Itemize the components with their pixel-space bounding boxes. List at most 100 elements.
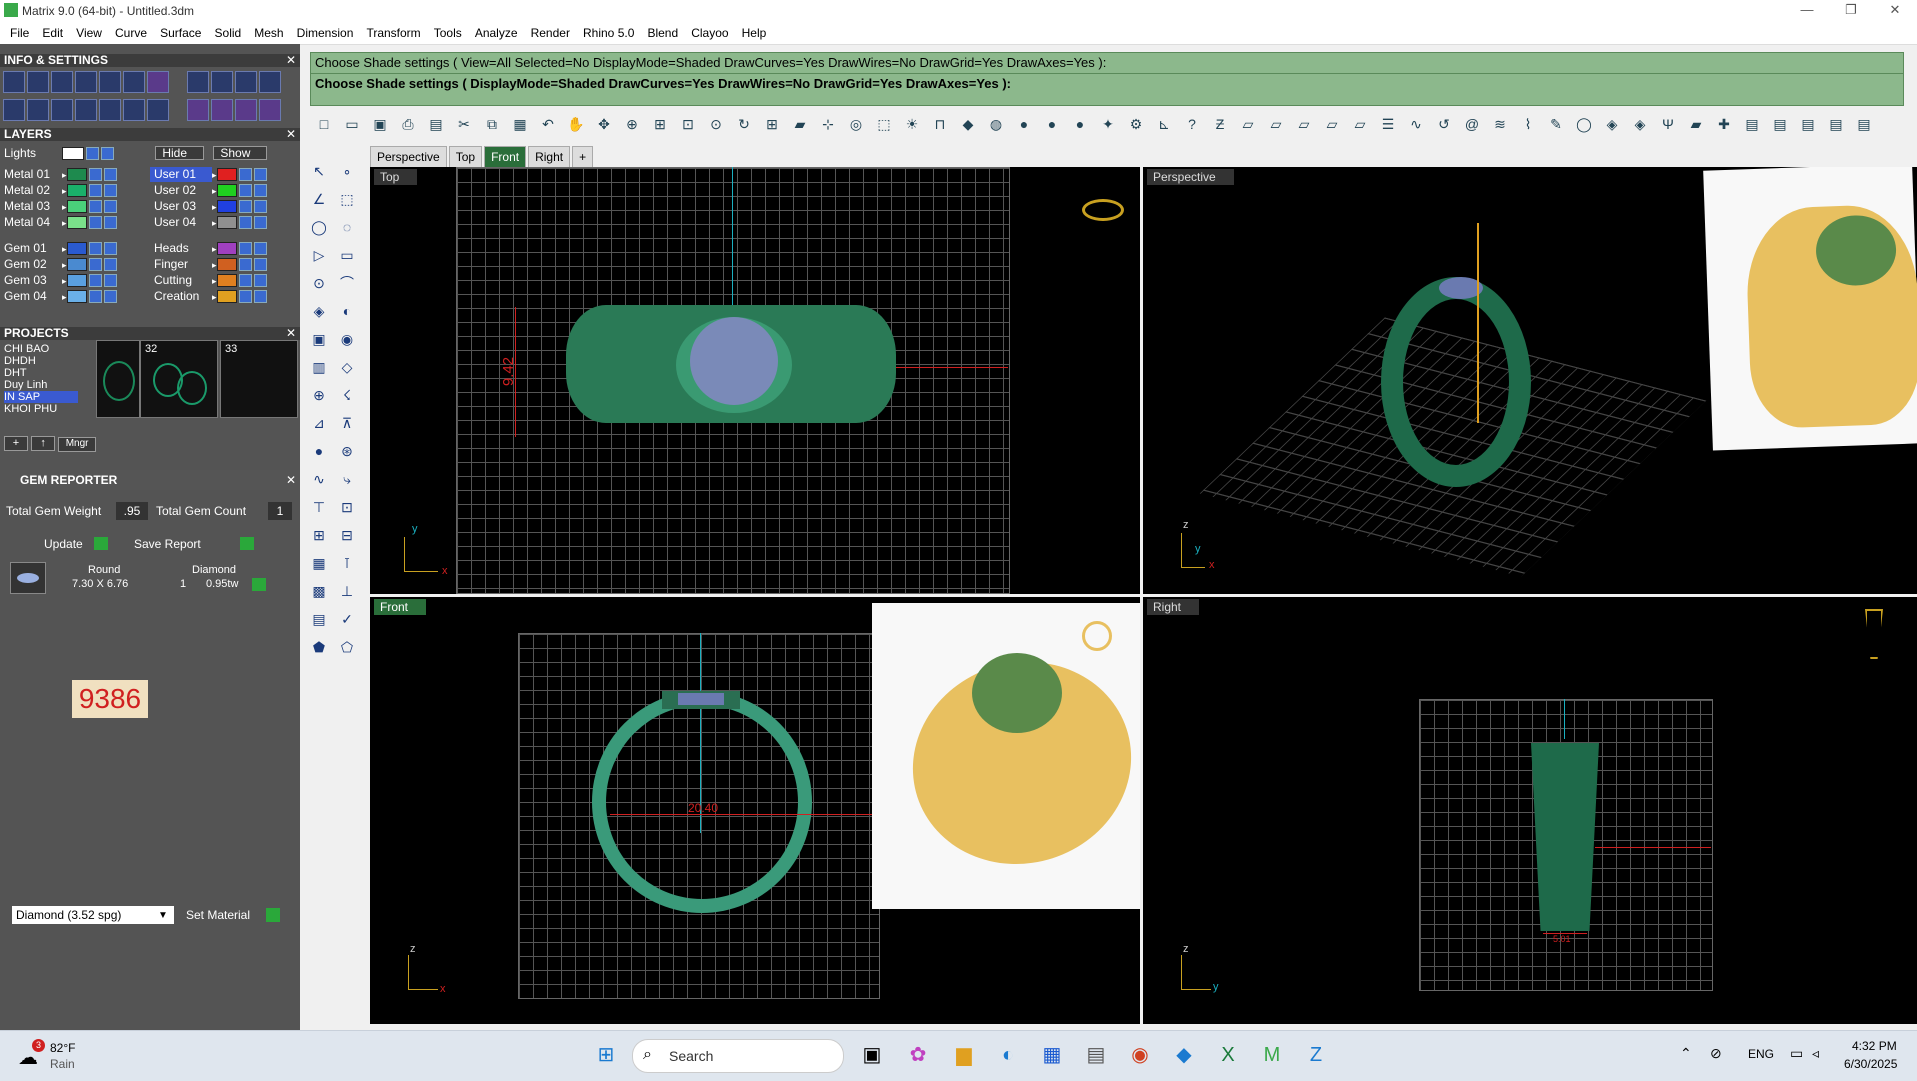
menu-surface[interactable]: Surface [160, 22, 201, 44]
app-icon[interactable]: ◆ [1168, 1039, 1200, 1071]
matrix-icon[interactable]: M [1256, 1039, 1288, 1071]
copy-icon[interactable]: ⧉ [481, 113, 503, 135]
display-icon[interactable]: ▭ [1790, 1045, 1803, 1062]
cross-icon[interactable]: ✚ [1713, 113, 1735, 135]
tab-front[interactable]: Front [484, 146, 527, 168]
visible-icon[interactable] [103, 242, 117, 256]
gear-icon[interactable]: ⚙ [1125, 113, 1147, 135]
tool-icon[interactable]: ▩ [308, 580, 330, 602]
layer-swatch[interactable] [62, 147, 84, 161]
help-icon[interactable]: ? [1181, 113, 1203, 135]
cube2-icon[interactable] [51, 99, 73, 121]
menu-mesh[interactable]: Mesh [254, 22, 283, 44]
tool-icon[interactable]: ⌒ [336, 272, 358, 294]
visible-icon[interactable] [253, 242, 267, 256]
menu-solid[interactable]: Solid [215, 22, 242, 44]
lock-icon[interactable] [88, 200, 102, 214]
menu-rhino[interactable]: Rhino 5.0 [583, 22, 634, 44]
tool-c-icon[interactable] [235, 71, 258, 93]
grid-icon[interactable] [3, 99, 25, 121]
layer-color-swatch[interactable] [66, 168, 87, 182]
tool-icon[interactable]: ∿ [308, 468, 330, 490]
edit-icon[interactable] [123, 71, 145, 93]
layer-row[interactable]: User 03 ▸ [150, 199, 267, 214]
visible-icon[interactable] [103, 168, 117, 182]
copilot-icon[interactable]: ✿ [902, 1039, 934, 1071]
project-item[interactable]: DHDH [4, 355, 36, 367]
minimize-button[interactable]: — [1785, 0, 1829, 22]
box-icon[interactable] [27, 99, 49, 121]
tool-icon[interactable]: ⊙ [308, 272, 330, 294]
menu-clayoo[interactable]: Clayoo [691, 22, 728, 44]
tool-icon[interactable]: ↖ [308, 160, 330, 182]
render-sphere-icon[interactable]: ● [1069, 113, 1091, 135]
visible-icon[interactable] [253, 184, 267, 198]
project-item[interactable]: KHOI PHU [4, 403, 57, 415]
play-icon[interactable] [240, 537, 254, 550]
menu-help[interactable]: Help [742, 22, 767, 44]
zalo-icon[interactable]: Z [1300, 1039, 1332, 1071]
check-icon[interactable] [123, 99, 145, 121]
new-icon[interactable]: □ [313, 113, 335, 135]
menu-render[interactable]: Render [531, 22, 570, 44]
lock-icon[interactable] [88, 258, 102, 272]
osnap-icon[interactable]: ◎ [845, 113, 867, 135]
close-button[interactable]: ✕ [1873, 0, 1917, 22]
grid-snap-icon[interactable]: ⊹ [817, 113, 839, 135]
plane4-icon[interactable]: ▱ [1321, 113, 1343, 135]
layer-row[interactable]: Creation ▸ [150, 289, 267, 304]
lock-icon[interactable] [238, 184, 252, 198]
start-icon[interactable]: ⊞ [590, 1039, 622, 1071]
tool4-icon[interactable]: ▤ [1825, 113, 1847, 135]
menu-file[interactable]: File [10, 22, 29, 44]
layer-row[interactable]: Metal 02 ▸ [0, 183, 117, 198]
prong-icon[interactable]: Ψ [1657, 113, 1679, 135]
tab-right[interactable]: Right [528, 146, 571, 168]
cut-icon[interactable]: ✂ [453, 113, 475, 135]
tool-d-icon[interactable] [259, 71, 282, 93]
layer-row[interactable]: Gem 01 ▸ [0, 241, 117, 256]
lock-icon[interactable] [88, 184, 102, 198]
clock-date[interactable]: 6/30/2025 [1844, 1057, 1897, 1071]
cylinder-icon[interactable] [75, 99, 97, 121]
pan-icon[interactable]: ✋ [565, 113, 587, 135]
cplane-icon[interactable]: ▰ [789, 113, 811, 135]
layer-row[interactable]: Finger ▸ [150, 257, 267, 272]
layer-color-swatch[interactable] [66, 200, 87, 214]
store-icon[interactable]: ▦ [1036, 1039, 1068, 1071]
layer-row[interactable]: Gem 04 ▸ [0, 289, 117, 304]
hook-icon[interactable]: ↺ [1433, 113, 1455, 135]
layer-row[interactable]: User 01 ▸ [150, 167, 267, 182]
wave-icon[interactable]: ≋ [1489, 113, 1511, 135]
layer-color-swatch[interactable] [66, 216, 87, 230]
tool-icon[interactable]: ⊕ [308, 384, 330, 406]
close-icon[interactable]: ✕ [286, 327, 296, 340]
close-icon[interactable]: ✕ [286, 470, 296, 490]
menu-dimension[interactable]: Dimension [297, 22, 354, 44]
visible-icon[interactable] [103, 216, 117, 230]
lock-icon[interactable] [238, 242, 252, 256]
chevron-down-icon[interactable]: ▼ [158, 910, 168, 921]
visible-icon[interactable] [103, 184, 117, 198]
zoom-in-icon[interactable]: ⊕ [621, 113, 643, 135]
tool-icon[interactable]: ☇ [336, 384, 358, 406]
zoom-window-icon[interactable]: ⊞ [649, 113, 671, 135]
manager-button[interactable]: Mngr [58, 437, 97, 452]
close-icon[interactable]: ✕ [286, 54, 296, 67]
gem2-icon[interactable]: ◈ [1629, 113, 1651, 135]
rotate-view-icon[interactable]: ↻ [733, 113, 755, 135]
plane5-icon[interactable]: ▱ [1349, 113, 1371, 135]
dimension-icon[interactable]: ⊾ [1153, 113, 1175, 135]
sphere-icon[interactable]: ● [1013, 113, 1035, 135]
gem-icon[interactable]: ◈ [1601, 113, 1623, 135]
curve-icon[interactable]: ∿ [1405, 113, 1427, 135]
tool-icon[interactable]: ▥ [308, 356, 330, 378]
tool-icon[interactable]: ▤ [308, 608, 330, 630]
tool-icon[interactable]: ▦ [308, 552, 330, 574]
tool-icon[interactable]: ⬠ [336, 636, 358, 658]
viewport-label-right[interactable]: Right [1147, 599, 1200, 615]
tool-icon[interactable]: ⊡ [336, 496, 358, 518]
lock-icon[interactable] [88, 168, 102, 182]
bezel-icon[interactable]: ▰ [1685, 113, 1707, 135]
layer-color-swatch[interactable] [216, 274, 237, 288]
